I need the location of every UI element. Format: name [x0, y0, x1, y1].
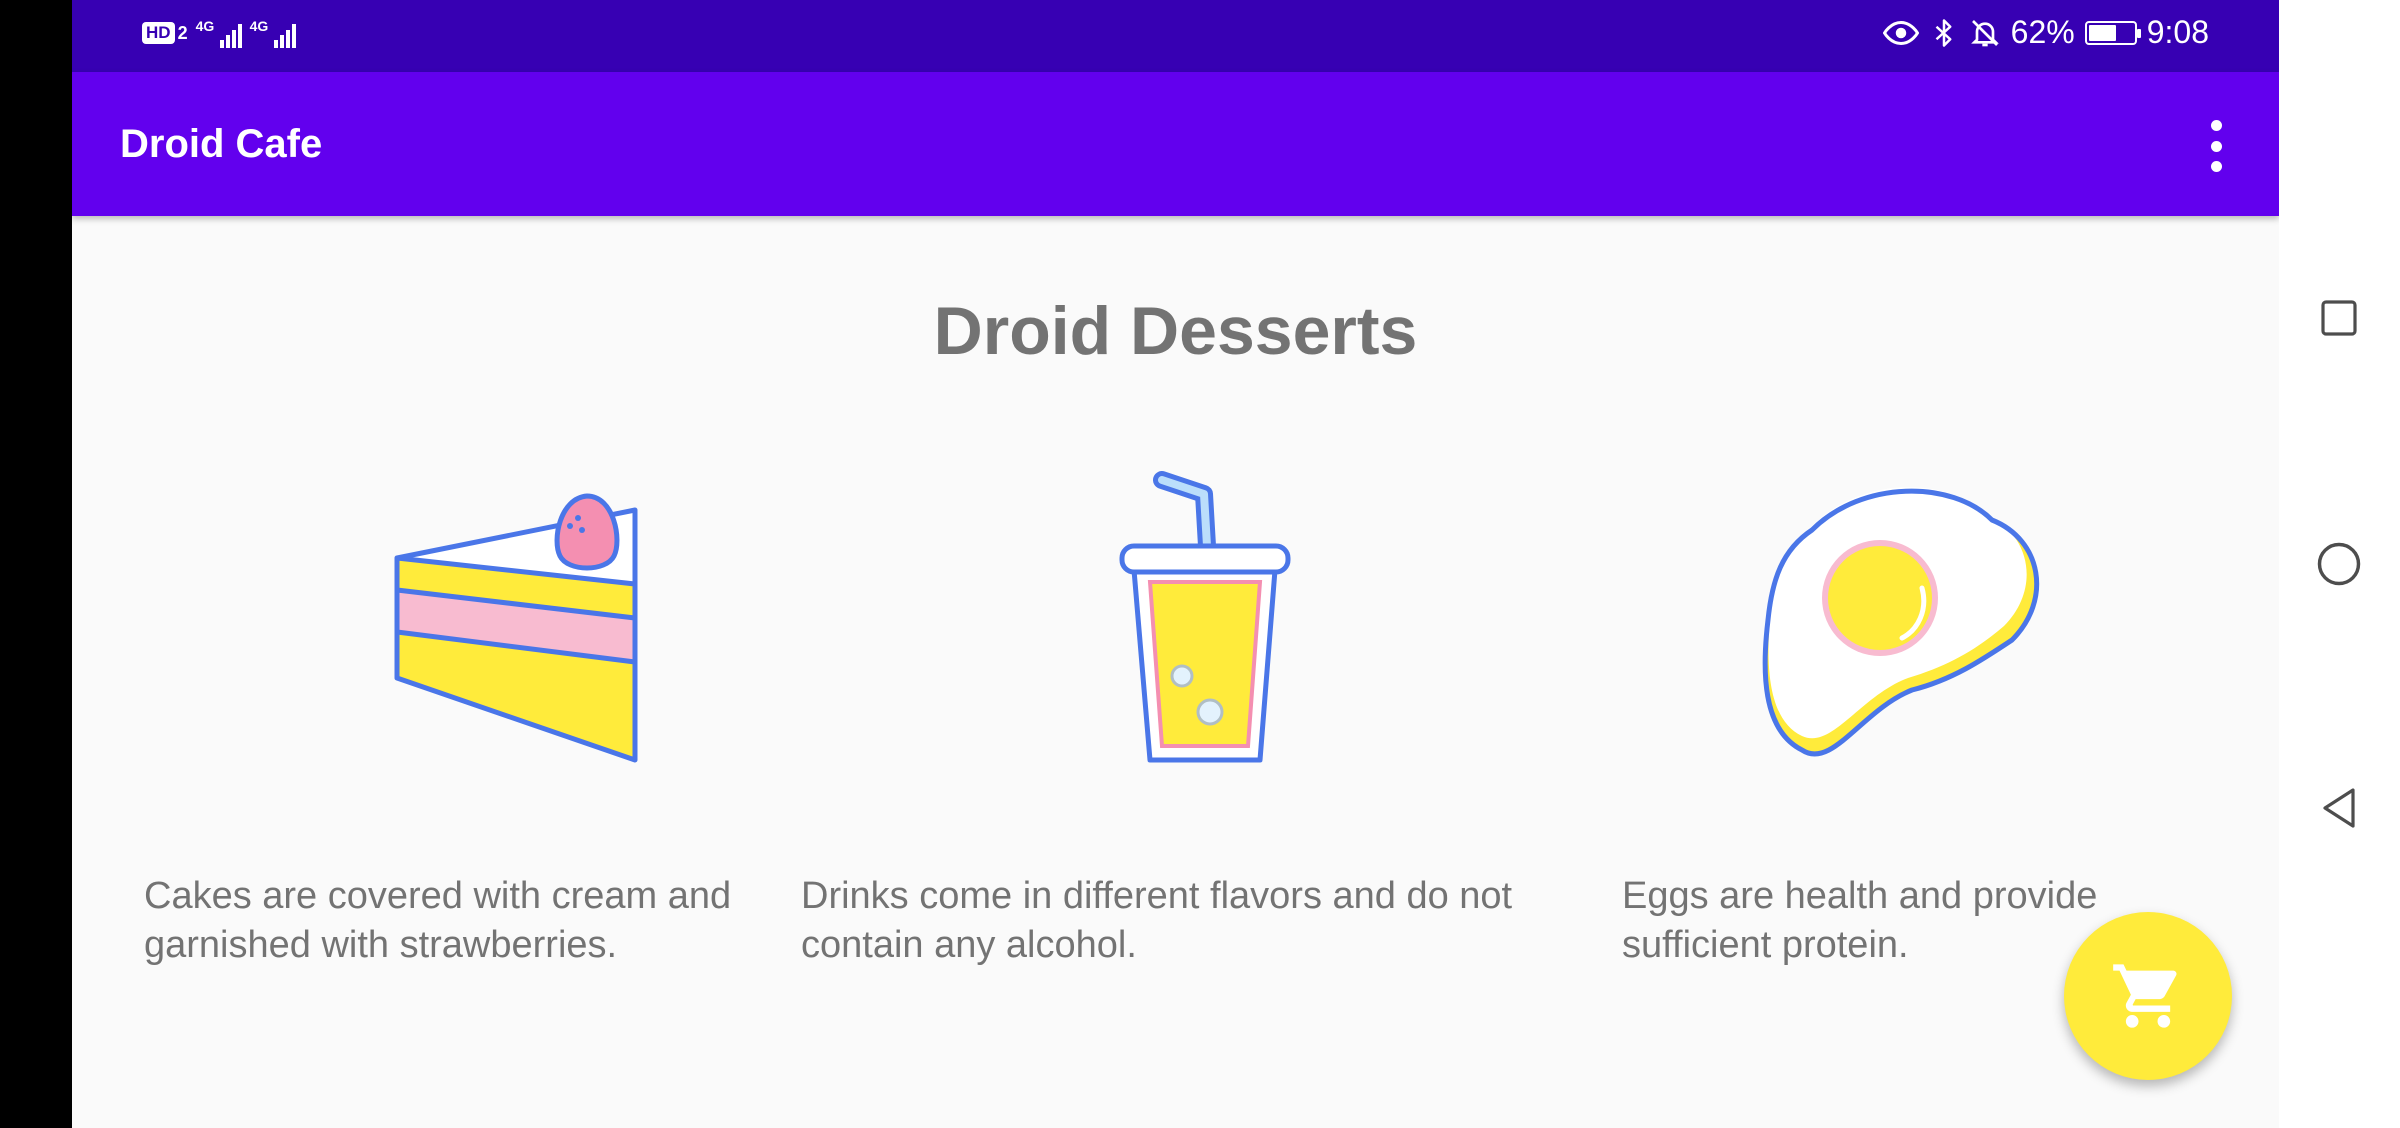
sim-label: 2	[177, 22, 188, 43]
drink-image[interactable]	[1082, 470, 1422, 775]
network-type-label: 4G	[195, 18, 215, 34]
battery-icon	[2084, 20, 2141, 45]
cake-icon	[394, 493, 638, 763]
egg-image[interactable]	[1752, 470, 2092, 775]
left-black-strip	[0, 0, 72, 1128]
status-bar: HD 2 4G 4G 62% 9:08	[72, 0, 2279, 72]
triangle-back-icon	[2323, 788, 2355, 828]
battery-percent: 62%	[2010, 14, 2075, 50]
page-heading: Droid Desserts	[933, 293, 1418, 369]
status-right: 62% 9:08	[1882, 14, 2209, 51]
square-icon	[2321, 300, 2357, 336]
clock: 9:08	[2146, 14, 2209, 50]
drink-icon	[1119, 471, 1291, 763]
app-title: Droid Cafe	[120, 122, 323, 166]
hd-label: HD	[142, 22, 175, 44]
back-button[interactable]	[2309, 778, 2369, 838]
signal-icon: 4G	[196, 18, 242, 48]
more-vert-icon[interactable]	[2201, 120, 2231, 172]
drink-description: Drinks come in different flavors and do …	[801, 875, 1513, 966]
home-button[interactable]	[2309, 534, 2369, 594]
bell-off-icon	[1970, 19, 1999, 46]
hd-volte-icon: HD 2	[142, 22, 188, 44]
shopping-cart-icon	[2113, 964, 2177, 1028]
shopping-cart-button[interactable]	[2064, 912, 2232, 1080]
recents-button[interactable]	[2309, 288, 2369, 348]
network-type-label: 4G	[249, 18, 269, 34]
signal-icon: 4G	[250, 18, 296, 48]
app-screen: HD 2 4G 4G 62% 9:08 Droid Cafe Droid Des…	[72, 0, 2279, 1128]
egg-icon	[1762, 487, 2040, 757]
cake-description: Cakes are covered with cream and garnish…	[144, 875, 732, 966]
cake-image[interactable]	[382, 470, 722, 775]
status-left: HD 2 4G 4G	[142, 18, 296, 48]
bluetooth-icon	[1935, 18, 1952, 47]
circle-icon	[2317, 542, 2361, 586]
navigation-bar	[2279, 0, 2400, 1128]
eye-icon	[1882, 20, 1919, 45]
app-bar: Droid Cafe	[72, 72, 2279, 216]
